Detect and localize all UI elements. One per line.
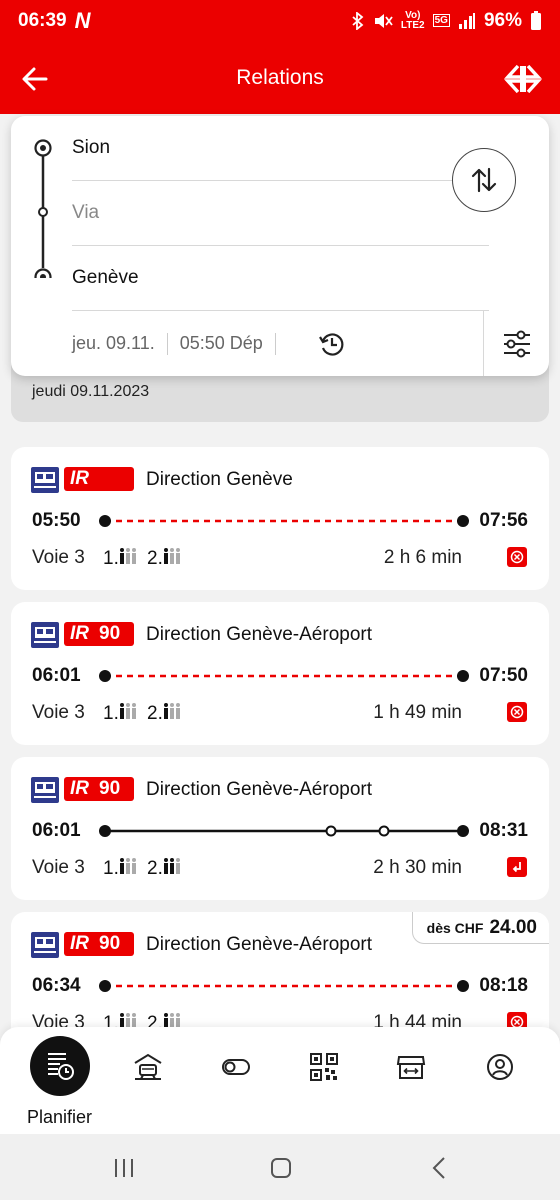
carrier-logo: N	[74, 8, 91, 33]
class2-occupancy: 2.	[147, 857, 181, 880]
duration-label: 1 h 49 min	[373, 702, 462, 723]
occupancy-icon	[163, 703, 180, 719]
search-card: Sion Via Genève jeu. 09.11. 05:50 Dép	[11, 116, 549, 376]
platform-label: Voie 3	[32, 702, 85, 723]
class1-occupancy: 1.	[103, 702, 137, 725]
user-profile-icon	[487, 1054, 513, 1080]
direction-label: Direction Genève	[146, 469, 293, 490]
status-time: 06:39	[18, 10, 67, 31]
bottom-tab-bar: Planifier	[0, 1027, 560, 1134]
cancelled-icon	[507, 547, 527, 567]
occupancy-icon	[163, 858, 180, 874]
back-nav-icon[interactable]	[428, 1156, 452, 1180]
price-tag[interactable]: dès CHF 24.00	[411, 912, 549, 944]
tab-planifier[interactable]	[30, 1036, 90, 1096]
recents-icon[interactable]	[112, 1156, 136, 1180]
bluetooth-icon	[352, 12, 364, 30]
volte-label: Vo) LTE2	[400, 10, 425, 31]
class1-occupancy: 1.	[103, 857, 137, 880]
duration-label: 2 h 6 min	[383, 547, 462, 568]
departure-time: 06:01	[32, 665, 81, 686]
cancelled-icon	[507, 702, 527, 722]
tab-shop[interactable]	[393, 1049, 429, 1085]
product-badge: IR 90	[64, 932, 134, 956]
history-icon[interactable]	[317, 329, 347, 359]
platform-label: Voie 3	[32, 857, 85, 878]
mute-icon	[374, 14, 393, 28]
tab-profile[interactable]	[482, 1049, 518, 1085]
qr-code-icon	[310, 1053, 338, 1081]
app-bar: Relations	[0, 42, 560, 114]
occupancy-icon	[119, 858, 136, 874]
journey-timeline	[99, 670, 469, 682]
home-icon[interactable]	[269, 1156, 293, 1180]
arrival-time: 08:31	[479, 820, 528, 841]
arrival-time: 07:56	[479, 510, 528, 531]
sliders-icon	[503, 330, 530, 357]
price-amount: 24.00	[489, 916, 537, 938]
occupancy-icon	[119, 548, 136, 564]
date-time-selector[interactable]: jeu. 09.11. 05:50 Dép	[72, 311, 288, 376]
divider	[166, 332, 168, 355]
departure-time: 05:50	[32, 510, 81, 531]
sbb-logo-icon[interactable]	[504, 64, 542, 94]
platform-label: Voie 3	[32, 547, 85, 568]
shop-icon	[396, 1056, 426, 1079]
product-badge: IR 90	[64, 622, 134, 646]
timetable-clock-icon	[48, 1053, 74, 1080]
alternative-route-icon	[507, 857, 527, 877]
journey-timeline	[99, 825, 469, 837]
to-field[interactable]: Genève	[72, 246, 489, 311]
train-station-icon	[134, 1053, 162, 1080]
battery-icon	[531, 11, 541, 30]
toggle-icon	[222, 1059, 250, 1075]
from-field[interactable]: Sion	[72, 116, 489, 181]
direction-label: Direction Genève-Aéroport	[146, 624, 372, 645]
departure-time: 06:01	[32, 820, 81, 841]
direction-label: Direction Genève-Aéroport	[146, 779, 372, 800]
occupancy-icon	[163, 548, 180, 564]
product-badge: IR	[64, 467, 134, 491]
swap-button[interactable]	[452, 148, 516, 212]
battery-percent: 96%	[483, 10, 522, 31]
train-icon	[31, 932, 59, 958]
arrival-time: 08:18	[479, 975, 528, 996]
status-bar: 06:39 N Vo) LTE2 5G 96%	[0, 0, 560, 42]
signal-icon	[458, 13, 475, 29]
time-value[interactable]: 05:50 Dép	[180, 333, 263, 354]
train-icon	[31, 622, 59, 648]
page-title: Relations	[236, 66, 324, 89]
occupancy-icon	[119, 703, 136, 719]
departure-time: 06:34	[32, 975, 81, 996]
network-5g-label: 5G	[432, 14, 450, 27]
journey-timeline	[99, 980, 469, 992]
product-badge: IR 90	[64, 777, 134, 801]
class1-occupancy: 1.	[103, 547, 137, 570]
train-icon	[31, 777, 59, 803]
swap-arrows-icon	[471, 167, 497, 193]
tab-label-planifier: Planifier	[27, 1107, 93, 1127]
price-prefix: dès CHF	[426, 919, 484, 936]
via-field[interactable]: Via	[72, 181, 489, 246]
connection-card[interactable]: IR 90 Direction Genève-Aéroport 06:01 07:…	[11, 602, 549, 745]
divider	[274, 332, 276, 355]
direction-label: Direction Genève-Aéroport	[146, 934, 372, 955]
tab-tickets[interactable]	[306, 1049, 342, 1085]
filter-button[interactable]	[483, 311, 549, 376]
route-line-icon	[34, 139, 52, 278]
tab-switch[interactable]	[218, 1049, 254, 1085]
class2-occupancy: 2.	[147, 702, 181, 725]
date-value[interactable]: jeu. 09.11.	[72, 333, 155, 354]
duration-label: 2 h 30 min	[373, 857, 462, 878]
system-nav-bar	[0, 1134, 560, 1200]
connection-card[interactable]: IR Direction Genève 05:50 07:56 Voie 3 1…	[11, 447, 549, 590]
tab-station[interactable]	[130, 1049, 166, 1085]
class2-occupancy: 2.	[147, 547, 181, 570]
connection-card[interactable]: IR 90 Direction Genève-Aéroport 06:01 08:…	[11, 757, 549, 900]
train-icon	[31, 467, 59, 493]
arrival-time: 07:50	[479, 665, 528, 686]
journey-timeline	[99, 515, 469, 527]
